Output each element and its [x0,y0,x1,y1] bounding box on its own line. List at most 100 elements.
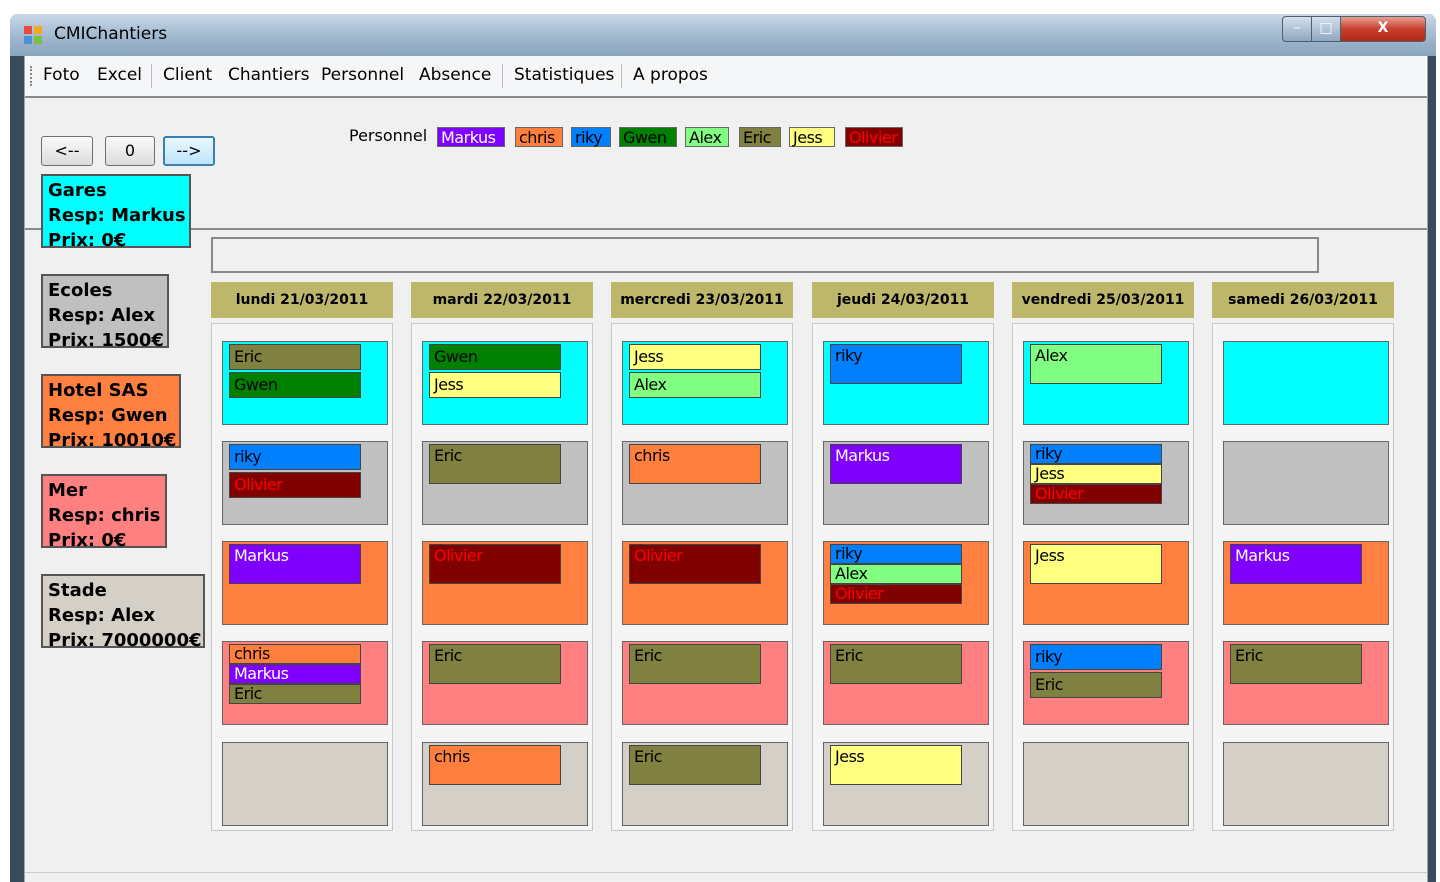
schedule-cell[interactable]: riky Jess Olivier [1023,441,1189,525]
staff-chip-olivier[interactable]: Olivier [629,544,761,584]
staff-chip-jess[interactable]: Jess [429,372,561,398]
menu-absence[interactable]: Absence [419,65,491,85]
schedule-cell[interactable]: Eric Gwen [222,341,388,425]
staff-chip-alex[interactable]: Alex [1030,344,1162,384]
next-week-button[interactable]: --> [163,136,215,166]
minimize-button[interactable]: – [1282,16,1312,42]
app-icon [24,26,42,44]
schedule-cell[interactable] [1223,441,1389,525]
legend-chip-chris: chris [515,127,563,147]
staff-chip-markus[interactable]: Markus [1230,544,1362,584]
site-name: Stade [48,580,107,601]
schedule-cell[interactable]: Jess [823,742,989,826]
menu-grip[interactable] [30,66,34,86]
schedule-cell[interactable]: Olivier [422,541,588,625]
schedule-cell[interactable]: Eric [823,641,989,725]
schedule-cell[interactable]: Gwen Jess [422,341,588,425]
previous-week-button[interactable]: <-- [41,136,93,166]
schedule-cell[interactable]: chris Markus Eric [222,641,388,725]
schedule-cell[interactable]: Eric [422,441,588,525]
schedule-cell[interactable]: riky [823,341,989,425]
site-prix: Prix: 1500€ [48,330,164,351]
schedule-cell[interactable]: Alex [1023,341,1189,425]
schedule-cell[interactable] [1223,341,1389,425]
staff-chip-riky[interactable]: riky [830,344,962,384]
staff-chip-jess[interactable]: Jess [830,745,962,785]
schedule-cell[interactable]: Markus [222,541,388,625]
staff-chip-eric[interactable]: Eric [229,684,361,704]
site-resp: Resp: chris [48,505,161,526]
site-label-stade[interactable]: Stade Resp: Alex Prix: 7000000€ [41,574,205,651]
day-column: riky Markus riky Alex Olivier Eric Jess [812,323,994,831]
schedule-cell[interactable]: chris [422,742,588,826]
site-resp: Resp: Markus [48,205,186,226]
staff-chip-eric[interactable]: Eric [830,644,962,684]
schedule-cell[interactable]: Olivier [622,541,788,625]
staff-chip-gwen[interactable]: Gwen [229,372,361,398]
staff-chip-riky[interactable]: riky [1030,644,1162,670]
schedule-cell[interactable] [222,742,388,826]
staff-chip-eric[interactable]: Eric [229,344,361,370]
menu-statistiques[interactable]: Statistiques [514,65,614,85]
site-label-mer[interactable]: Mer Resp: chris Prix: 0€ [41,474,167,551]
schedule-cell[interactable]: Markus [1223,541,1389,625]
legend-chip-alex: Alex [685,127,729,147]
site-resp: Resp: Alex [48,605,156,626]
staff-chip-eric[interactable]: Eric [429,444,561,484]
navigation-panel: <-- 0 --> Personnel Markus chris riky Gwen A… [25,98,1427,230]
staff-chip-markus[interactable]: Markus [229,544,361,584]
schedule-cell[interactable]: Jess [1023,541,1189,625]
staff-chip-alex[interactable]: Alex [629,372,761,398]
title-bar[interactable]: CMIChantiers – □ X [10,14,1436,56]
schedule-cell[interactable]: riky Eric [1023,641,1189,725]
schedule-cell[interactable]: Eric [622,742,788,826]
schedule-cell[interactable]: chris [622,441,788,525]
schedule-cell[interactable]: riky Alex Olivier [823,541,989,625]
staff-chip-olivier[interactable]: Olivier [830,584,962,604]
legend-chip-markus: Markus [437,127,505,147]
menu-bar: Foto Excel Client Chantiers Personnel Ab… [25,56,1427,98]
staff-chip-eric[interactable]: Eric [429,644,561,684]
staff-chip-chris[interactable]: chris [629,444,761,484]
staff-chip-alex[interactable]: Alex [830,564,962,584]
staff-chip-markus[interactable]: Markus [830,444,962,484]
staff-chip-eric[interactable]: Eric [1030,672,1162,698]
menu-client[interactable]: Client [163,65,212,85]
schedule-cell[interactable]: Eric [622,641,788,725]
schedule-cell[interactable] [1023,742,1189,826]
site-label-hotel-sas[interactable]: Hotel SAS Resp: Gwen Prix: 10010€ [41,374,181,451]
staff-chip-jess[interactable]: Jess [629,344,761,370]
menu-foto[interactable]: Foto [43,65,80,85]
site-label-ecoles[interactable]: Ecoles Resp: Alex Prix: 1500€ [41,274,169,351]
staff-chip-olivier[interactable]: Olivier [1030,484,1162,504]
schedule-cell[interactable]: riky Olivier [222,441,388,525]
maximize-button[interactable]: □ [1311,16,1341,42]
staff-chip-gwen[interactable]: Gwen [429,344,561,370]
staff-chip-riky[interactable]: riky [830,544,962,564]
current-week-button[interactable]: 0 [105,136,155,166]
menu-chantiers[interactable]: Chantiers [228,65,310,85]
menu-personnel[interactable]: Personnel [321,65,404,85]
schedule-cell[interactable]: Eric [1223,641,1389,725]
staff-chip-riky[interactable]: riky [1030,444,1162,464]
staff-chip-eric[interactable]: Eric [629,745,761,785]
staff-chip-riky[interactable]: riky [229,444,361,470]
schedule-cell[interactable] [1223,742,1389,826]
staff-chip-olivier[interactable]: Olivier [429,544,561,584]
staff-chip-eric[interactable]: Eric [1230,644,1362,684]
staff-chip-eric[interactable]: Eric [629,644,761,684]
site-prix: Prix: 10010€ [48,430,177,451]
close-button[interactable]: X [1340,16,1426,42]
staff-chip-chris[interactable]: chris [229,644,361,664]
schedule-cell[interactable]: Markus [823,441,989,525]
staff-chip-olivier[interactable]: Olivier [229,472,361,498]
site-label-gares[interactable]: Gares Resp: Markus Prix: 0€ [41,174,191,251]
menu-a-propos[interactable]: A propos [633,65,708,85]
schedule-cell[interactable]: Eric [422,641,588,725]
staff-chip-jess[interactable]: Jess [1030,544,1162,584]
staff-chip-markus[interactable]: Markus [229,664,361,684]
menu-excel[interactable]: Excel [97,65,142,85]
staff-chip-chris[interactable]: chris [429,745,561,785]
schedule-cell[interactable]: Jess Alex [622,341,788,425]
staff-chip-jess[interactable]: Jess [1030,464,1162,484]
